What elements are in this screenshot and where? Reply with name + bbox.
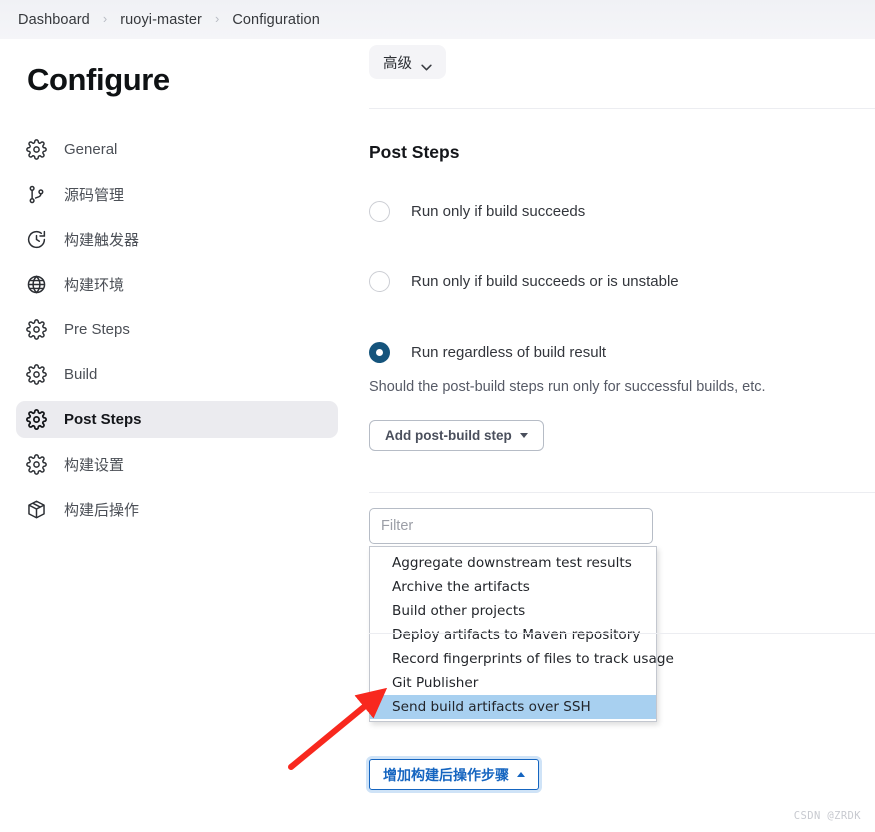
radio-run-only-if-succeeds-or-unstable[interactable]: Run only if build succeeds or is unstabl… [369,271,679,292]
jenkins-configure-page: Dashboard › ruoyi-master › Configuration… [0,0,875,832]
git-branch-icon [25,184,47,206]
divider-top [369,108,875,109]
sidebar-item-pre-steps[interactable]: Pre Steps [16,311,338,348]
sidebar-item-build[interactable]: Build [16,356,338,393]
radio-label: Run only if build succeeds or is unstabl… [411,273,679,290]
sidebar-item-build-environment[interactable]: 构建环境 [16,266,338,303]
add-post-build-step-button[interactable]: Add post-build step [369,420,544,451]
sidebar-item-source-code-management[interactable]: 源码管理 [16,176,338,213]
sidebar-menu: General 源码管理 构建触发器 构建环境 Pre Steps Build … [16,131,338,536]
add-post-build-action-step-button[interactable]: 增加构建后操作步骤 [369,759,539,790]
gear-icon [25,319,47,341]
radio-indicator-selected[interactable] [369,342,390,363]
dropdown-item-aggregate-downstream-test-results[interactable]: Aggregate downstream test results [370,551,656,575]
clock-icon [25,229,47,251]
gear-icon [25,364,47,386]
advanced-button-label: 高级 [383,55,412,72]
sidebar-item-label: General [64,141,118,158]
breadcrumb-separator-1: › [102,11,108,26]
radio-run-regardless-of-build-result[interactable]: Run regardless of build result [369,342,606,363]
section-title: Post Steps [369,142,460,162]
breadcrumb-bar: Dashboard › ruoyi-master › Configuration [0,0,875,39]
dropdown-item-record-fingerprints-of-files[interactable]: Record fingerprints of files to track us… [370,647,674,671]
dropdown-item-git-publisher[interactable]: Git Publisher [370,671,656,695]
sidebar-item-post-build-actions[interactable]: 构建后操作 [16,491,338,528]
filter-input[interactable] [369,508,653,544]
sidebar-item-label: 构建后操作 [64,502,140,519]
radio-indicator[interactable] [369,271,390,292]
dropdown-item-send-build-artifacts-over-ssh[interactable]: Send build artifacts over SSH [370,695,656,719]
gear-icon [25,454,47,476]
radio-indicator[interactable] [369,201,390,222]
add-post-build-step-label: Add post-build step [385,428,512,443]
main-content: 高级 Post Steps Run only if build succeeds… [360,39,875,832]
sidebar-item-general[interactable]: General [16,131,338,168]
sidebar-item-build-settings[interactable]: 构建设置 [16,446,338,483]
help-text: Should the post-build steps run only for… [369,379,766,395]
sidebar-item-build-triggers[interactable]: 构建触发器 [16,221,338,258]
sidebar-item-label: Post Steps [64,411,142,428]
dropdown-item-deploy-artifacts-to-maven-repository[interactable]: Deploy artifacts to Maven repository [370,623,656,647]
add-post-build-action-step-label: 增加构建后操作步骤 [383,767,509,784]
caret-up-icon [517,772,525,777]
breadcrumb-item-configuration[interactable]: Configuration [228,10,324,30]
divider-middle [369,492,875,493]
radio-label: Run regardless of build result [411,344,607,361]
breadcrumb-item-project[interactable]: ruoyi-master [116,10,206,30]
sidebar-item-label: 构建触发器 [64,232,140,249]
divider-bottom [369,633,875,634]
sidebar: Configure General 源码管理 构建触发器 构建环境 Pre St… [0,39,360,832]
radio-label: Run only if build succeeds [411,203,586,220]
gear-icon [25,409,47,431]
post-build-step-dropdown: Aggregate downstream test results Archiv… [369,546,674,722]
radio-run-only-if-build-succeeds[interactable]: Run only if build succeeds [369,201,585,222]
sidebar-item-label: 构建设置 [64,457,125,474]
dropdown-item-archive-the-artifacts[interactable]: Archive the artifacts [370,575,656,599]
advanced-button[interactable]: 高级 [369,45,446,79]
sidebar-item-label: Build [64,366,98,383]
caret-down-icon [519,433,528,438]
globe-icon [25,274,47,296]
chevron-down-icon [421,59,432,70]
sidebar-item-label: 构建环境 [64,277,125,294]
breadcrumb-item-dashboard[interactable]: Dashboard [14,10,94,30]
page-title: Configure [27,62,170,97]
sidebar-item-label: Pre Steps [64,321,130,338]
breadcrumb-separator-2: › [214,11,220,26]
sidebar-item-label: 源码管理 [64,187,125,204]
dropdown-item-build-other-projects[interactable]: Build other projects [370,599,656,623]
gear-icon [25,139,47,161]
sidebar-item-post-steps[interactable]: Post Steps [16,401,338,438]
watermark: CSDN @ZRDK [793,810,861,822]
package-icon [25,499,47,521]
